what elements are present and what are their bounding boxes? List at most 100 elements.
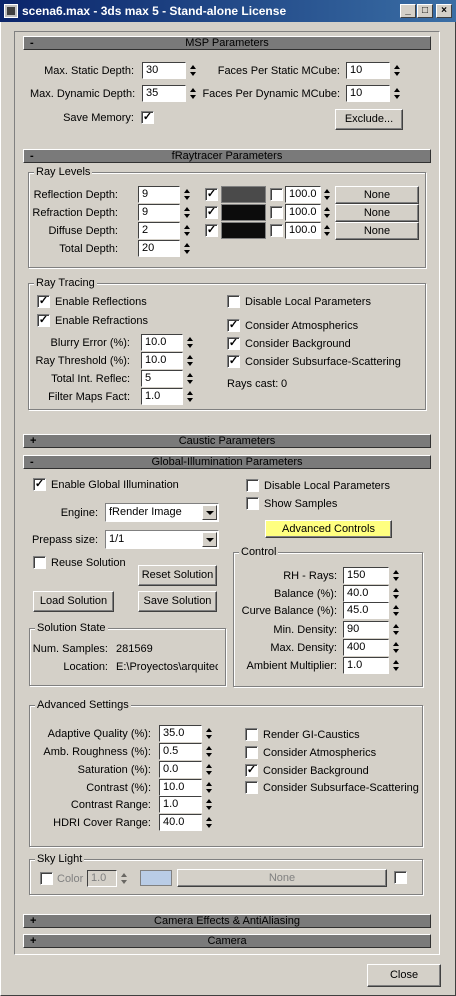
spinner-arrows[interactable] [322,222,332,239]
consider-atmospherics-gi-checkbox[interactable] [245,746,258,759]
diffuse-enable-checkbox[interactable]: ✓ [205,224,218,237]
spinner-arrows[interactable] [185,370,195,387]
chevron-down-icon[interactable] [202,505,217,520]
sky-color-swatch[interactable] [140,870,172,886]
spinner-arrows[interactable] [204,725,214,742]
maximize-button[interactable]: □ [417,4,433,18]
reflection-amount-value[interactable]: 100.0 [285,186,321,203]
reflection-color-swatch[interactable] [221,186,266,203]
exclude-button[interactable]: Exclude... [335,109,403,130]
load-solution-button[interactable]: Load Solution [33,591,114,612]
ambient-multiplier-value[interactable]: 1.0 [343,657,389,674]
spinner-arrows[interactable] [204,814,214,831]
spinner-arrows[interactable] [391,639,401,656]
total-int-reflec-value[interactable]: 5 [141,370,183,387]
adaptive-quality-value[interactable]: 35.0 [159,725,202,742]
consider-background-rt-checkbox[interactable]: ✓ [227,337,240,350]
max-dynamic-depth-spinner[interactable]: 35 [142,85,196,102]
ambient-multiplier-spinner[interactable]: 1.0 [343,657,399,674]
ray-threshold-spinner[interactable]: 10.0 [141,352,193,369]
reflection-depth-value[interactable]: 9 [138,186,180,203]
reuse-solution-checkbox[interactable] [33,556,46,569]
refraction-map-button[interactable]: None [335,204,419,222]
max-density-spinner[interactable]: 400 [343,639,399,656]
max-static-depth-value[interactable]: 30 [142,62,186,79]
diffuse-color-swatch[interactable] [221,222,266,239]
spinner-arrows[interactable] [185,388,195,405]
show-samples-checkbox[interactable] [246,497,259,510]
spinner-arrows[interactable] [392,85,402,102]
sky-map-button[interactable]: None [177,869,387,887]
reflection-depth-spinner[interactable]: 9 [138,186,190,203]
refraction-color-swatch[interactable] [221,204,266,221]
refraction-enable-checkbox[interactable]: ✓ [205,206,218,219]
rollout-msp-parameters[interactable]: - MSP Parameters [23,36,431,50]
refraction-depth-value[interactable]: 9 [138,204,180,221]
render-gi-caustics-checkbox[interactable] [245,728,258,741]
consider-atmospherics-rt-checkbox[interactable]: ✓ [227,319,240,332]
rollout-camera[interactable]: + Camera [23,934,431,948]
sky-map-checkbox[interactable] [394,871,407,884]
total-depth-spinner[interactable]: 20 [138,240,190,257]
refraction-depth-spinner[interactable]: 9 [138,204,190,221]
rollout-camera-effects[interactable]: + Camera Effects & AntiAliasing [23,914,431,928]
max-static-depth-spinner[interactable]: 30 [142,62,196,79]
contrast-value[interactable]: 10.0 [159,779,202,796]
save-solution-button[interactable]: Save Solution [138,591,217,612]
total-depth-value[interactable]: 20 [138,240,180,257]
spinner-arrows[interactable] [185,352,195,369]
reflection-enable-checkbox[interactable]: ✓ [205,188,218,201]
enable-refractions-checkbox[interactable]: ✓ [37,314,50,327]
contrast-range-spinner[interactable]: 1.0 [159,796,212,813]
curve-balance-value[interactable]: 45.0 [343,602,389,619]
refraction-amount-spinner[interactable]: 100.0 [285,204,330,221]
spinner-arrows[interactable] [391,602,401,619]
diffuse-depth-spinner[interactable]: 2 [138,222,190,239]
consider-sss-rt-checkbox[interactable]: ✓ [227,355,240,368]
close-button[interactable]: Close [367,964,441,987]
rh-rays-spinner[interactable]: 150 [343,567,399,584]
faces-dynamic-value[interactable]: 10 [346,85,390,102]
spinner-arrows[interactable] [322,204,332,221]
minimize-button[interactable]: _ [400,4,416,18]
min-density-spinner[interactable]: 90 [343,621,399,638]
sky-multiplier-value[interactable]: 1.0 [87,870,117,887]
faces-static-value[interactable]: 10 [346,62,390,79]
balance-spinner[interactable]: 40.0 [343,585,399,602]
diffuse-amount-checkbox[interactable] [270,224,283,237]
filter-maps-spinner[interactable]: 1.0 [141,388,193,405]
rollout-fraytracer-parameters[interactable]: - fRaytracer Parameters [23,149,431,163]
spinner-arrows[interactable] [182,222,192,239]
blurry-error-spinner[interactable]: 10.0 [141,334,193,351]
reflection-amount-checkbox[interactable] [270,188,283,201]
spinner-arrows[interactable] [204,743,214,760]
spinner-arrows[interactable] [182,204,192,221]
rollout-caustic-parameters[interactable]: + Caustic Parameters [23,434,431,448]
spinner-arrows[interactable] [204,796,214,813]
spinner-arrows[interactable] [119,870,129,887]
saturation-value[interactable]: 0.0 [159,761,202,778]
adaptive-quality-spinner[interactable]: 35.0 [159,725,212,742]
max-density-value[interactable]: 400 [343,639,389,656]
balance-value[interactable]: 40.0 [343,585,389,602]
rh-rays-value[interactable]: 150 [343,567,389,584]
spinner-arrows[interactable] [204,779,214,796]
reflection-amount-spinner[interactable]: 100.0 [285,186,330,203]
enable-gi-checkbox[interactable]: ✓ [33,478,46,491]
max-dynamic-depth-value[interactable]: 35 [142,85,186,102]
consider-sss-gi-checkbox[interactable] [245,781,258,794]
spinner-arrows[interactable] [182,186,192,203]
spinner-arrows[interactable] [391,567,401,584]
faces-static-spinner[interactable]: 10 [346,62,400,79]
spinner-arrows[interactable] [182,240,192,257]
spinner-arrows[interactable] [392,62,402,79]
spinner-arrows[interactable] [185,334,195,351]
contrast-spinner[interactable]: 10.0 [159,779,212,796]
faces-dynamic-spinner[interactable]: 10 [346,85,400,102]
spinner-arrows[interactable] [391,621,401,638]
diffuse-amount-spinner[interactable]: 100.0 [285,222,330,239]
refraction-amount-value[interactable]: 100.0 [285,204,321,221]
reflection-map-button[interactable]: None [335,186,419,204]
engine-dropdown[interactable]: fRender Image [105,503,219,522]
reset-solution-button[interactable]: Reset Solution [138,565,217,586]
